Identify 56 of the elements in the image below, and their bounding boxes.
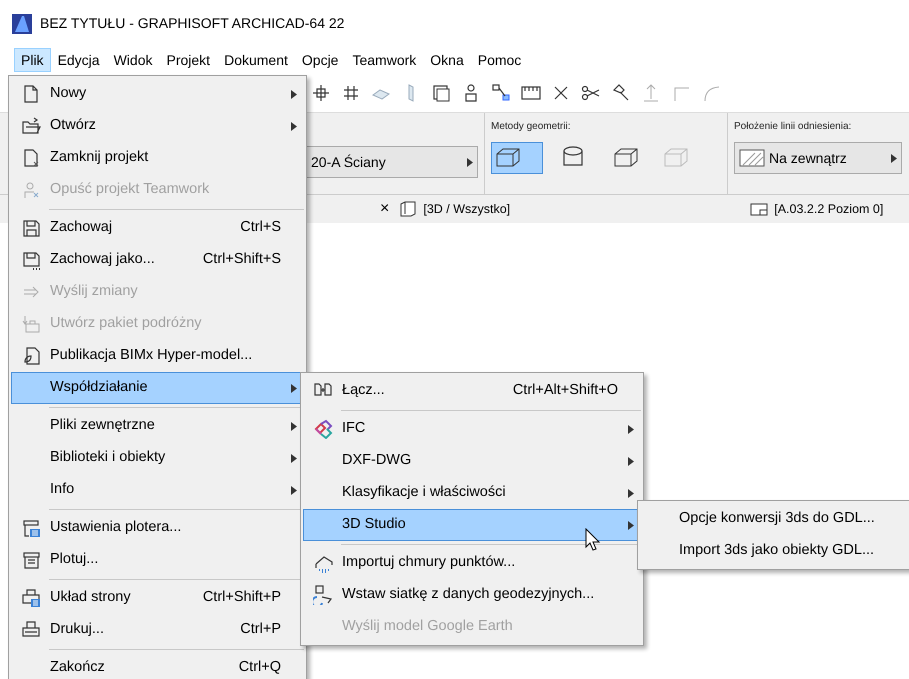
mouse-cursor-icon	[585, 528, 601, 552]
menu-item[interactable]: Zachowaj jako... Ctrl+Shift+S	[11, 244, 304, 276]
menu-item[interactable]: Pomoc	[470, 48, 528, 72]
close-tab-button[interactable]: ×	[380, 197, 390, 221]
section-label: Metody geometrii:	[491, 120, 572, 134]
menu-item[interactable]: Otwórz	[11, 110, 304, 142]
view-tab[interactable]: [3D / Wszystko]	[421, 200, 516, 218]
menu-item[interactable]: Opcje konwersji 3ds do GDL...	[640, 503, 909, 535]
menu-item[interactable]: Nowy	[11, 78, 304, 110]
hatch-icon	[739, 149, 765, 167]
menu-item[interactable]: Ustawienia plotera...	[11, 512, 304, 544]
menu-item[interactable]: Drukuj... Ctrl+P	[11, 614, 304, 646]
menu-item[interactable]: Info	[11, 474, 304, 506]
menu-item[interactable]: Teamwork	[345, 48, 424, 72]
menu-item[interactable]: Pliki zewnętrzne	[11, 410, 304, 442]
plotter-settings-icon	[21, 518, 41, 538]
menu-item[interactable]: Dokument	[217, 48, 295, 72]
menu-item[interactable]: Projekt	[160, 48, 218, 72]
menu-item[interactable]: Łącz... Ctrl+Alt+Shift+O	[303, 375, 641, 407]
ifc-logo-icon	[313, 419, 333, 439]
folder-icon	[21, 116, 41, 136]
plotter-icon	[21, 550, 41, 570]
package-icon	[21, 314, 41, 334]
menu-item[interactable]: Zakończ Ctrl+Q	[11, 652, 304, 679]
menu-item[interactable]: Okna	[423, 48, 471, 72]
view-tab[interactable]: [A.03.2.2 Poziom 0]	[772, 200, 890, 218]
menu-item[interactable]: Plotuj...	[11, 544, 304, 576]
menu-item[interactable]: Zachowaj Ctrl+S	[11, 212, 304, 244]
menu-item[interactable]: Wstaw siatkę z danych geodezyjnych...	[303, 579, 641, 611]
menu-item[interactable]: Importuj chmury punktów...	[303, 547, 641, 579]
menu-item[interactable]: Opcje	[294, 48, 346, 72]
section-label: Położenie linii odniesienia:	[734, 120, 852, 134]
menu-item[interactable]: Edycja	[50, 48, 107, 72]
network-icon[interactable]	[490, 82, 512, 104]
menu-item[interactable]: Układ strony Ctrl+Shift+P	[11, 582, 304, 614]
floor-plan-icon	[750, 201, 768, 217]
dropdown-arrow-icon	[891, 154, 897, 162]
menu-item[interactable]: Plik	[14, 48, 51, 72]
save-icon	[21, 218, 41, 238]
save-as-icon	[21, 250, 41, 270]
reference-line-dropdown[interactable]: Na zewnątrz	[734, 142, 902, 174]
menu-item[interactable]: Publikacja BIMx Hyper-model...	[11, 340, 304, 372]
print-setup-icon	[21, 588, 41, 608]
menu-item[interactable]: IFC	[303, 413, 641, 445]
menu-item[interactable]: Zamknij projekt	[11, 142, 304, 174]
straight-wall-icon[interactable]	[491, 142, 543, 174]
cube-view-icon	[399, 201, 418, 217]
menu-item[interactable]: Biblioteki i obiekty	[11, 442, 304, 474]
menu-item[interactable]: Import 3ds jako obiekty GDL...	[640, 535, 909, 567]
dropdown-arrow-icon	[467, 158, 473, 166]
window-title: BEZ TYTUŁU - GRAPHISOFT ARCHICAD-64 22	[40, 14, 344, 33]
element-dropdown[interactable]: 20-A Ściany	[306, 146, 478, 178]
menu-item[interactable]: DXF-DWG	[303, 445, 641, 477]
app-logo-icon	[12, 14, 32, 34]
menu-item[interactable]: Widok	[106, 48, 160, 72]
menu-item[interactable]: Klasyfikacje i właściwości	[303, 477, 641, 509]
